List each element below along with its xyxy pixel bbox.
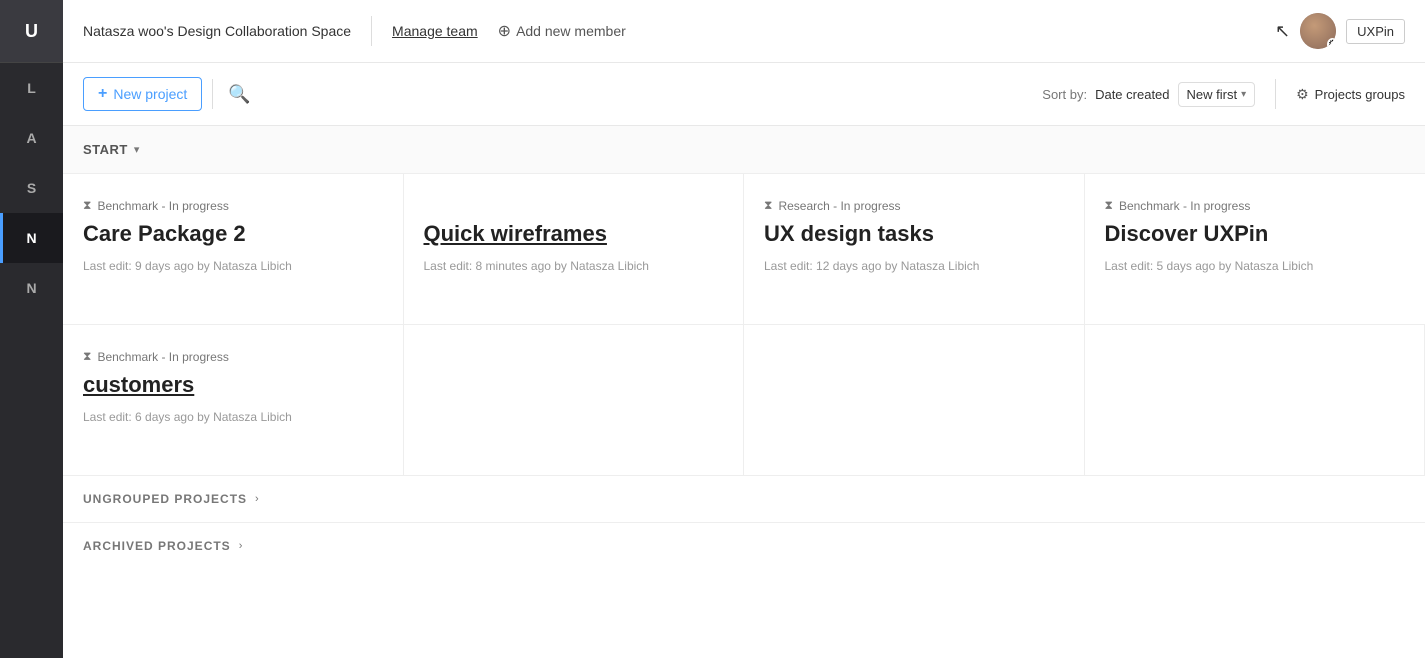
project-status: ⧗ Benchmark - In progress — [1105, 198, 1406, 213]
project-card-empty-3 — [1085, 325, 1425, 475]
sort-section: Sort by: Date created New first ▾ — [1042, 82, 1255, 107]
status-label: Benchmark - In progress — [97, 350, 228, 364]
project-card-empty-1 — [404, 325, 745, 475]
main-content: Natasza woo's Design Collaboration Space… — [63, 0, 1425, 658]
header-right: ↖ ⚙ UXPin — [1275, 13, 1405, 49]
project-edit-info: Last edit: 5 days ago by Natasza Libich — [1105, 259, 1406, 273]
project-status: ⧗ Benchmark - In progress — [83, 349, 383, 364]
header-divider — [371, 16, 372, 46]
search-button[interactable]: 🔍 — [223, 79, 255, 110]
project-card-ux-design[interactable]: ⧗ Research - In progress UX design tasks… — [744, 174, 1085, 324]
toolbar-divider — [212, 79, 213, 109]
toolbar-divider2 — [1275, 79, 1276, 109]
plus-icon: + — [98, 85, 107, 103]
ungrouped-projects-label: UNGROUPED PROJECTS — [83, 492, 247, 506]
search-icon: 🔍 — [228, 84, 250, 104]
sort-order-dropdown[interactable]: New first ▾ — [1178, 82, 1256, 107]
content-area: START ▾ ⧗ Benchmark - In progress Care P… — [63, 126, 1425, 658]
section-arrow-icon: ▾ — [134, 143, 140, 156]
hourglass-icon: ⧗ — [1105, 198, 1113, 213]
chevron-right-icon: › — [255, 493, 259, 505]
new-project-button[interactable]: + New project — [83, 77, 202, 111]
avatar[interactable]: ⚙ — [1300, 13, 1336, 49]
projects-groups-button[interactable]: ⚙ Projects groups — [1296, 86, 1405, 103]
uxpin-badge[interactable]: UXPin — [1346, 19, 1405, 44]
sidebar-item-n2[interactable]: N — [0, 263, 63, 313]
workspace-title: Natasza woo's Design Collaboration Space — [83, 23, 351, 39]
sidebar-item-s[interactable]: S — [0, 163, 63, 213]
hourglass-icon: ⧗ — [83, 349, 91, 364]
project-card-discover-uxpin[interactable]: ⧗ Benchmark - In progress Discover UXPin… — [1085, 174, 1425, 324]
sidebar-item-l[interactable]: L — [0, 63, 63, 113]
project-card-customers[interactable]: ⧗ Benchmark - In progress customers Last… — [63, 325, 404, 475]
sort-by-field: Date created — [1095, 87, 1169, 102]
status-label: Benchmark - In progress — [97, 199, 228, 213]
chevron-right-icon: › — [239, 540, 243, 552]
sidebar-item-u[interactable]: U — [0, 0, 63, 63]
status-label: Benchmark - In progress — [1119, 199, 1250, 213]
project-name: Discover UXPin — [1105, 221, 1406, 247]
sidebar-item-a[interactable]: A — [0, 113, 63, 163]
project-edit-info: Last edit: 6 days ago by Natasza Libich — [83, 410, 383, 424]
toolbar: + New project 🔍 Sort by: Date created Ne… — [63, 63, 1425, 126]
add-member-button[interactable]: ⊕ Add new member — [498, 21, 626, 41]
project-card-quick-wireframes[interactable]: ⧗ placeholder Quick wireframes Last edit… — [404, 174, 745, 324]
project-status: ⧗ Benchmark - In progress — [83, 198, 383, 213]
project-card-empty-2 — [744, 325, 1085, 475]
section-title: START — [83, 142, 128, 157]
project-name: Quick wireframes — [424, 221, 724, 247]
hourglass-icon: ⧗ — [764, 198, 772, 213]
cursor-indicator: ↖ — [1275, 21, 1290, 42]
chevron-down-icon: ▾ — [1241, 89, 1246, 100]
archived-projects-section[interactable]: ARCHIVED PROJECTS › — [63, 522, 1425, 569]
archived-projects-label: ARCHIVED PROJECTS — [83, 539, 231, 553]
hourglass-icon: ⧗ — [83, 198, 91, 213]
project-name: Care Package 2 — [83, 221, 383, 247]
header: Natasza woo's Design Collaboration Space… — [63, 0, 1425, 63]
project-card-care-package[interactable]: ⧗ Benchmark - In progress Care Package 2… — [63, 174, 404, 324]
project-name-link: Quick wireframes — [424, 221, 607, 246]
start-section-header[interactable]: START ▾ — [63, 126, 1425, 174]
status-label: Research - In progress — [778, 199, 900, 213]
avatar-settings-icon[interactable]: ⚙ — [1327, 38, 1336, 49]
sidebar-item-n-active[interactable]: N — [0, 213, 63, 263]
project-edit-info: Last edit: 8 minutes ago by Natasza Libi… — [424, 259, 724, 273]
project-name: UX design tasks — [764, 221, 1064, 247]
sort-label: Sort by: — [1042, 87, 1087, 102]
manage-team-link[interactable]: Manage team — [392, 23, 478, 39]
sidebar: U L A S N N — [0, 0, 63, 658]
ungrouped-projects-section[interactable]: UNGROUPED PROJECTS › — [63, 475, 1425, 522]
project-name-link: customers — [83, 372, 194, 397]
projects-grid-row2: ⧗ Benchmark - In progress customers Last… — [63, 325, 1425, 475]
project-edit-info: Last edit: 12 days ago by Natasza Libich — [764, 259, 1064, 273]
gear-icon: ⚙ — [1296, 86, 1309, 103]
add-member-icon: ⊕ — [498, 21, 511, 41]
project-edit-info: Last edit: 9 days ago by Natasza Libich — [83, 259, 383, 273]
projects-grid-row1: ⧗ Benchmark - In progress Care Package 2… — [63, 174, 1425, 325]
project-name: customers — [83, 372, 383, 398]
project-status: ⧗ Research - In progress — [764, 198, 1064, 213]
